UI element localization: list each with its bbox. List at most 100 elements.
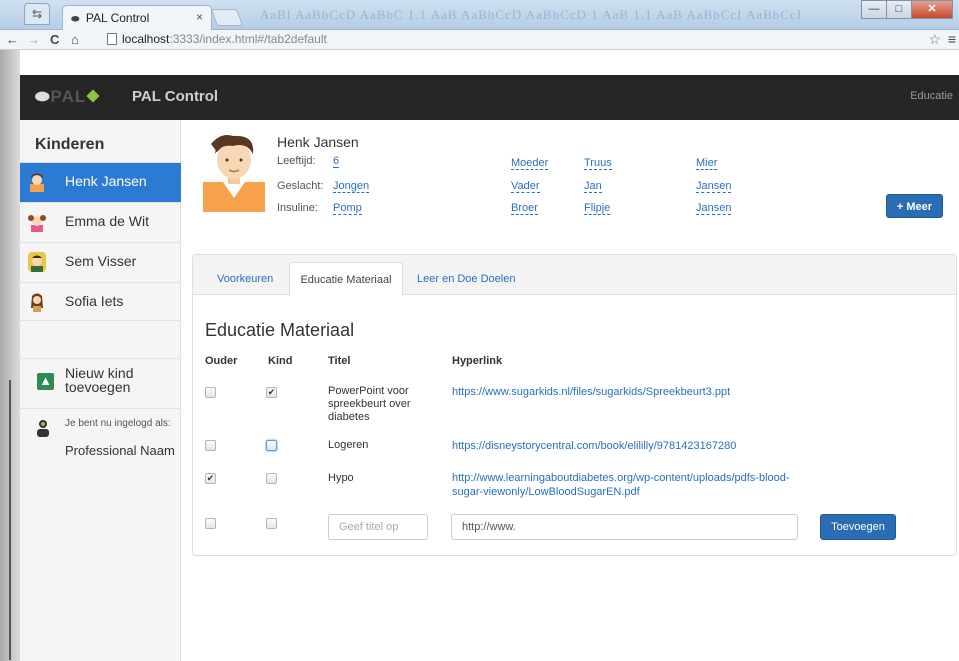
- sidebar-item-sem-visser[interactable]: Sem Visser: [20, 242, 181, 282]
- add-kid-label: Nieuw kind toevoegen: [65, 365, 134, 395]
- insulin-label: Insuline:: [277, 202, 318, 214]
- sidebar-item-henk-jansen[interactable]: Henk Jansen: [20, 162, 181, 202]
- sidebar-title: Kinderen: [35, 136, 105, 153]
- sidebar: Kinderen Henk Jansen Emma de Wit Sem Vis…: [20, 120, 181, 661]
- browser-titlebar: ⇆ ⬬ PAL Control × AaBl AaBbCcD AaBbC 1.1…: [0, 0, 959, 30]
- url-path: :3333/index.html#/tab2default: [169, 32, 327, 46]
- header-hyperlink: Hyperlink: [452, 355, 503, 367]
- boy-avatar-icon: [28, 252, 46, 272]
- new-tab-button[interactable]: [210, 9, 244, 26]
- address-bar: ← → C ⌂ localhost:3333/index.html#/tab2d…: [0, 30, 959, 50]
- tab-voorkeuren[interactable]: Voorkeuren: [217, 273, 273, 285]
- browser-tab[interactable]: ⬬ PAL Control ×: [62, 5, 212, 30]
- kind-checkbox[interactable]: [266, 440, 277, 451]
- forward-arrow-icon[interactable]: →: [27, 32, 40, 47]
- age-label: Leeftijd:: [277, 155, 316, 167]
- url-input[interactable]: localhost:3333/index.html#/tab2default: [104, 31, 924, 48]
- browser-app-icon: ⇆: [24, 3, 50, 25]
- relation-last-name[interactable]: Jansen: [696, 180, 732, 193]
- user-icon: [37, 420, 49, 437]
- profile-avatar: [203, 135, 265, 212]
- add-user-icon: ▲: [37, 373, 54, 390]
- logged-in-prefix: Je bent nu ingelogd als:: [65, 418, 171, 429]
- material-link[interactable]: http://www.learningaboutdiabetes.org/wp-…: [452, 471, 802, 499]
- sidebar-divider: [20, 320, 181, 321]
- leaf-icon: ◆: [86, 87, 101, 106]
- tab-educatie-materiaal[interactable]: Educatie Materiaal: [289, 262, 403, 296]
- reload-icon[interactable]: C: [50, 32, 59, 47]
- material-title: PowerPoint voor spreekbeurt over diabete…: [328, 385, 411, 423]
- relation-role[interactable]: Moeder: [511, 157, 549, 170]
- gender-label: Geslacht:: [277, 180, 324, 192]
- logged-in-user: Professional Naam: [65, 443, 175, 458]
- tabs-bar: Voorkeuren Educatie Materiaal Leer en Do…: [193, 255, 956, 296]
- robot-icon: ⬬: [35, 87, 51, 106]
- sidebar-item-emma-de-wit[interactable]: Emma de Wit: [20, 202, 181, 242]
- header-kind: Kind: [268, 355, 293, 367]
- tab-close-icon[interactable]: ×: [196, 10, 203, 24]
- kid-name: Sofia Iets: [65, 293, 124, 309]
- desktop-edge: [0, 50, 20, 661]
- relation-role[interactable]: Broer: [511, 202, 538, 215]
- app-navbar: ⬬PAL◆ PAL Control Educatie: [20, 75, 959, 120]
- kind-checkbox[interactable]: ✔: [266, 387, 277, 398]
- relation-first-name[interactable]: Truus: [584, 157, 612, 170]
- tab-leer-en-doe-doelen[interactable]: Leer en Doe Doelen: [417, 273, 515, 285]
- kid-name: Sem Visser: [65, 253, 137, 269]
- profile-name: Henk Jansen: [277, 134, 359, 150]
- close-window-button[interactable]: ✕: [911, 0, 953, 19]
- relation-last-name[interactable]: Jansen: [696, 202, 732, 215]
- gender-value[interactable]: Jongen: [333, 180, 370, 193]
- age-value[interactable]: 6: [333, 155, 340, 168]
- home-icon[interactable]: ⌂: [71, 32, 79, 47]
- maximize-button[interactable]: □: [886, 0, 912, 19]
- material-title: Hypo: [328, 472, 354, 484]
- bookmark-star-icon[interactable]: ☆: [928, 31, 941, 48]
- girl-avatar-icon: [31, 293, 43, 312]
- page-icon: [107, 33, 117, 45]
- add-material-button[interactable]: Toevoegen: [820, 514, 896, 540]
- brand-title[interactable]: PAL Control: [132, 88, 218, 105]
- logo-text: PAL: [50, 87, 87, 106]
- new-ouder-checkbox[interactable]: [205, 518, 216, 529]
- kind-checkbox[interactable]: [266, 473, 277, 484]
- boy-avatar-icon: [30, 173, 44, 192]
- tabs-panel: Voorkeuren Educatie Materiaal Leer en Do…: [192, 254, 957, 556]
- relation-last-name[interactable]: Mier: [696, 157, 718, 170]
- section-title: Educatie Materiaal: [205, 320, 355, 340]
- new-kind-checkbox[interactable]: [266, 518, 277, 529]
- header-titel: Titel: [328, 355, 351, 367]
- more-button[interactable]: + Meer: [886, 194, 943, 218]
- page-top-spacer: [20, 50, 959, 75]
- insulin-value[interactable]: Pomp: [333, 202, 362, 215]
- ouder-checkbox[interactable]: [205, 387, 216, 398]
- browser-tab-title: PAL Control: [85, 11, 150, 25]
- ouder-checkbox[interactable]: ✔: [205, 473, 216, 484]
- back-arrow-icon[interactable]: ←: [6, 32, 19, 47]
- ouder-checkbox[interactable]: [205, 440, 216, 451]
- material-link[interactable]: https://www.sugarkids.nl/files/sugarkids…: [452, 385, 802, 399]
- kid-name: Emma de Wit: [65, 213, 150, 229]
- new-title-input[interactable]: [328, 514, 428, 540]
- relation-first-name[interactable]: Flipje: [584, 202, 611, 215]
- browser-menu-icon[interactable]: ≡: [948, 31, 956, 47]
- url-host: localhost: [122, 32, 170, 46]
- window-controls: — □ ✕: [861, 0, 953, 19]
- relation-role[interactable]: Vader: [511, 180, 540, 193]
- material-link[interactable]: https://disneystorycentral.com/book/elil…: [452, 439, 802, 453]
- relation-first-name[interactable]: Jan: [584, 180, 602, 193]
- add-kid-button[interactable]: ▲ Nieuw kind toevoegen: [20, 358, 181, 408]
- edge-line: [9, 380, 11, 660]
- kid-name: Henk Jansen: [65, 173, 147, 189]
- logged-in-info: Je bent nu ingelogd als: Professional Na…: [20, 408, 181, 490]
- background-window-text: AaBl AaBbCcD AaBbC 1.1 AaB AaBbCcD AaBbC…: [260, 7, 803, 22]
- minimize-button[interactable]: —: [861, 0, 887, 19]
- material-title: Logeren: [328, 439, 369, 451]
- new-link-input[interactable]: [451, 514, 798, 540]
- sidebar-item-sofia-iets[interactable]: Sofia Iets: [20, 282, 181, 322]
- nav-educatie[interactable]: Educatie: [910, 90, 953, 102]
- girl-avatar-icon: [28, 215, 46, 232]
- pal-logo[interactable]: ⬬PAL◆: [35, 87, 101, 107]
- header-ouder: Ouder: [205, 355, 238, 367]
- pal-tab-icon: ⬬: [71, 14, 80, 25]
